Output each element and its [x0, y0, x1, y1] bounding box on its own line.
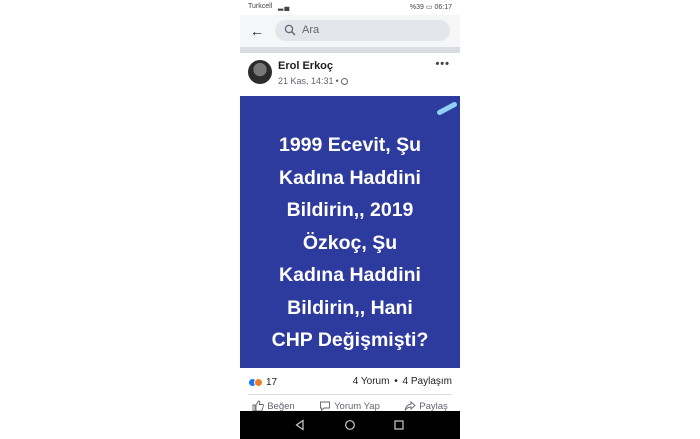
search-placeholder: Ara: [302, 24, 320, 36]
status-right: %39 ▭ 06:17: [410, 3, 452, 11]
search-input[interactable]: Ara: [275, 20, 450, 41]
nav-home-icon[interactable]: [343, 418, 357, 432]
clock: 06:17: [434, 4, 452, 11]
battery-label: %39: [409, 4, 424, 11]
stats-dot: •: [394, 376, 398, 387]
share-count[interactable]: 4 Paylaşım: [403, 376, 452, 387]
meta-dot: •: [335, 76, 339, 86]
reaction-count: 17: [266, 376, 278, 388]
post-author[interactable]: Erol Erkoç: [278, 60, 333, 72]
back-arrow-icon[interactable]: ←: [248, 22, 266, 40]
status-bar: Turkcell ▂▄ %39 ▭ 06:17: [240, 0, 460, 15]
post-image-text: 1999 Ecevit, Şu Kadına Haddini Bildirin,…: [240, 129, 460, 357]
android-nav-bar: [240, 411, 460, 439]
image-text-line: CHP Değişmişti?: [271, 329, 429, 351]
battery-icon: ▭: [425, 4, 433, 11]
image-text-line: Kadına Haddini: [279, 264, 421, 286]
image-text-line: Özkoç, Şu: [302, 231, 398, 254]
search-header: ← Ara: [240, 15, 460, 47]
avatar[interactable]: [248, 60, 272, 84]
nav-recent-apps-icon[interactable]: [392, 418, 406, 432]
feed-separator: [240, 47, 460, 53]
image-text-line: Bildirin,, 2019: [286, 199, 414, 221]
image-text-line: Kadına Haddini: [279, 166, 421, 189]
reaction-summary[interactable]: 17: [248, 375, 277, 389]
phone-screen: Turkcell ▂▄ %39 ▭ 06:17 ← Ara Erol Erkoç…: [240, 0, 460, 439]
carrier-label: Turkcell: [248, 3, 273, 10]
decorative-streak: [436, 101, 458, 116]
post-image[interactable]: 1999 Ecevit, Şu Kadına Haddini Bildirin,…: [240, 96, 460, 368]
more-options-icon[interactable]: •••: [435, 58, 450, 70]
globe-icon: [340, 77, 348, 85]
post-meta: 21 Kas, 14:31 •: [278, 76, 348, 86]
share-label: Paylaş: [419, 400, 448, 412]
search-icon: [284, 24, 296, 36]
like-label: Beğen: [267, 400, 295, 412]
signal-icon: ▂▄: [278, 4, 291, 11]
post-stats: 4 Yorum • 4 Paylaşım: [353, 376, 452, 387]
comment-count[interactable]: 4 Yorum: [353, 376, 390, 387]
divider: [248, 394, 452, 395]
image-text-line: 1999 Ecevit, Şu: [278, 134, 421, 156]
nav-back-icon[interactable]: [293, 418, 307, 432]
image-text-line: Bildirin,, Hani: [287, 296, 413, 319]
comment-label: Yorum Yap: [334, 400, 380, 412]
post-time[interactable]: 21 Kas, 14:31: [278, 76, 334, 86]
angry-reaction-icon: [254, 377, 263, 387]
